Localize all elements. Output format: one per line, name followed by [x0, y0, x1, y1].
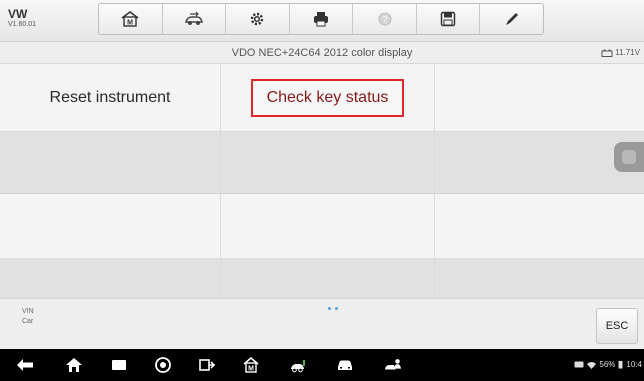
grid-row [0, 259, 644, 298]
grid-row [0, 194, 644, 259]
title-bar: VDO NEC+24C64 2012 color display 11.71V [0, 42, 644, 64]
grid-cell-empty [435, 132, 644, 193]
car-label: Car [22, 318, 34, 325]
grid-cell-empty [0, 132, 221, 193]
settings-gear-icon [251, 12, 264, 26]
help-icon: ? [378, 12, 392, 26]
bottom-info-bar: VIN Car ESC [0, 298, 644, 349]
function-grid: Reset instrument Check key status [0, 64, 644, 298]
save-icon [440, 11, 456, 27]
chrome-icon [155, 357, 171, 373]
back-button[interactable] [16, 357, 34, 373]
home-nav-button[interactable] [65, 357, 83, 373]
toolbar-button-group: M ? [98, 3, 544, 35]
connect-button[interactable] [198, 357, 216, 373]
svg-text:M: M [248, 366, 254, 373]
grid-row: Reset instrument Check key status [0, 64, 644, 132]
grid-cell-empty [435, 194, 644, 258]
menu-item-reset-instrument[interactable]: Reset instrument [0, 64, 221, 131]
home-icon: M [121, 11, 139, 27]
help-button[interactable]: ? [353, 4, 417, 34]
vehicle-swap-icon [185, 11, 203, 25]
menu-item-label: Reset instrument [49, 88, 171, 106]
grid-cell-empty [435, 64, 644, 131]
print-button[interactable] [290, 4, 354, 34]
edit-button[interactable] [480, 4, 543, 34]
top-toolbar: VW V1.60.01 M ? [0, 0, 644, 42]
esc-button[interactable]: ESC [596, 308, 638, 344]
maxisys-home-icon: M [243, 357, 259, 373]
settings-button[interactable] [226, 4, 290, 34]
page-title: VDO NEC+24C64 2012 color display [231, 47, 413, 59]
grid-cell-empty [435, 259, 644, 298]
battery-icon [601, 49, 613, 57]
connect-plug-icon [199, 359, 216, 371]
remote-support-icon [384, 359, 402, 370]
remote-support-button[interactable] [384, 357, 402, 373]
voltage-indicator: 11.71V [601, 48, 640, 57]
home-button[interactable]: M [99, 4, 163, 34]
wifi-icon [587, 361, 597, 369]
grid-cell-empty [221, 194, 435, 258]
menu-item-label: Check key status [250, 78, 405, 117]
chrome-button[interactable] [154, 357, 172, 373]
page-dot [328, 307, 331, 310]
battery-status-icon [618, 361, 623, 369]
back-arrow-icon [17, 359, 33, 371]
vehicle-info: VIN Car [22, 307, 34, 327]
edit-pen-icon [505, 13, 518, 25]
print-icon [314, 12, 329, 27]
brand-block: VW V1.60.01 [8, 8, 36, 30]
car-button[interactable] [336, 357, 354, 373]
vehicle-service-icon [291, 360, 305, 373]
save-button[interactable] [417, 4, 481, 34]
recent-apps-icon [112, 360, 126, 370]
page-indicator [328, 307, 338, 310]
svg-text:?: ? [382, 15, 387, 25]
app-version: V1.60.01 [8, 21, 37, 28]
chat-icon [574, 361, 584, 367]
vehicle-swap-button[interactable] [163, 4, 227, 34]
grid-row [0, 132, 644, 194]
status-area: 56% 10:4 [574, 360, 642, 369]
clock: 10:4 [626, 360, 642, 369]
brand-name: VW [8, 7, 28, 21]
car-icon [338, 360, 352, 370]
voltage-value: 11.71V [615, 48, 640, 57]
recent-apps-button[interactable] [110, 357, 128, 373]
grid-cell-empty [221, 132, 435, 193]
grid-cell-empty [0, 194, 221, 258]
vehicle-service-button[interactable] [290, 357, 308, 373]
vin-label: VIN [22, 308, 34, 315]
home-nav-icon [66, 358, 82, 372]
svg-text:M: M [127, 20, 133, 27]
maxisys-home-button[interactable]: M [242, 357, 260, 373]
grid-cell-empty [0, 259, 221, 298]
system-navigation-bar: M 56% 10:4 [0, 349, 644, 381]
menu-item-check-key-status[interactable]: Check key status [221, 64, 435, 131]
page-dot [335, 307, 338, 310]
grid-cell-empty [221, 259, 435, 298]
floating-handle[interactable] [614, 142, 644, 172]
battery-percent: 56% [599, 360, 616, 369]
